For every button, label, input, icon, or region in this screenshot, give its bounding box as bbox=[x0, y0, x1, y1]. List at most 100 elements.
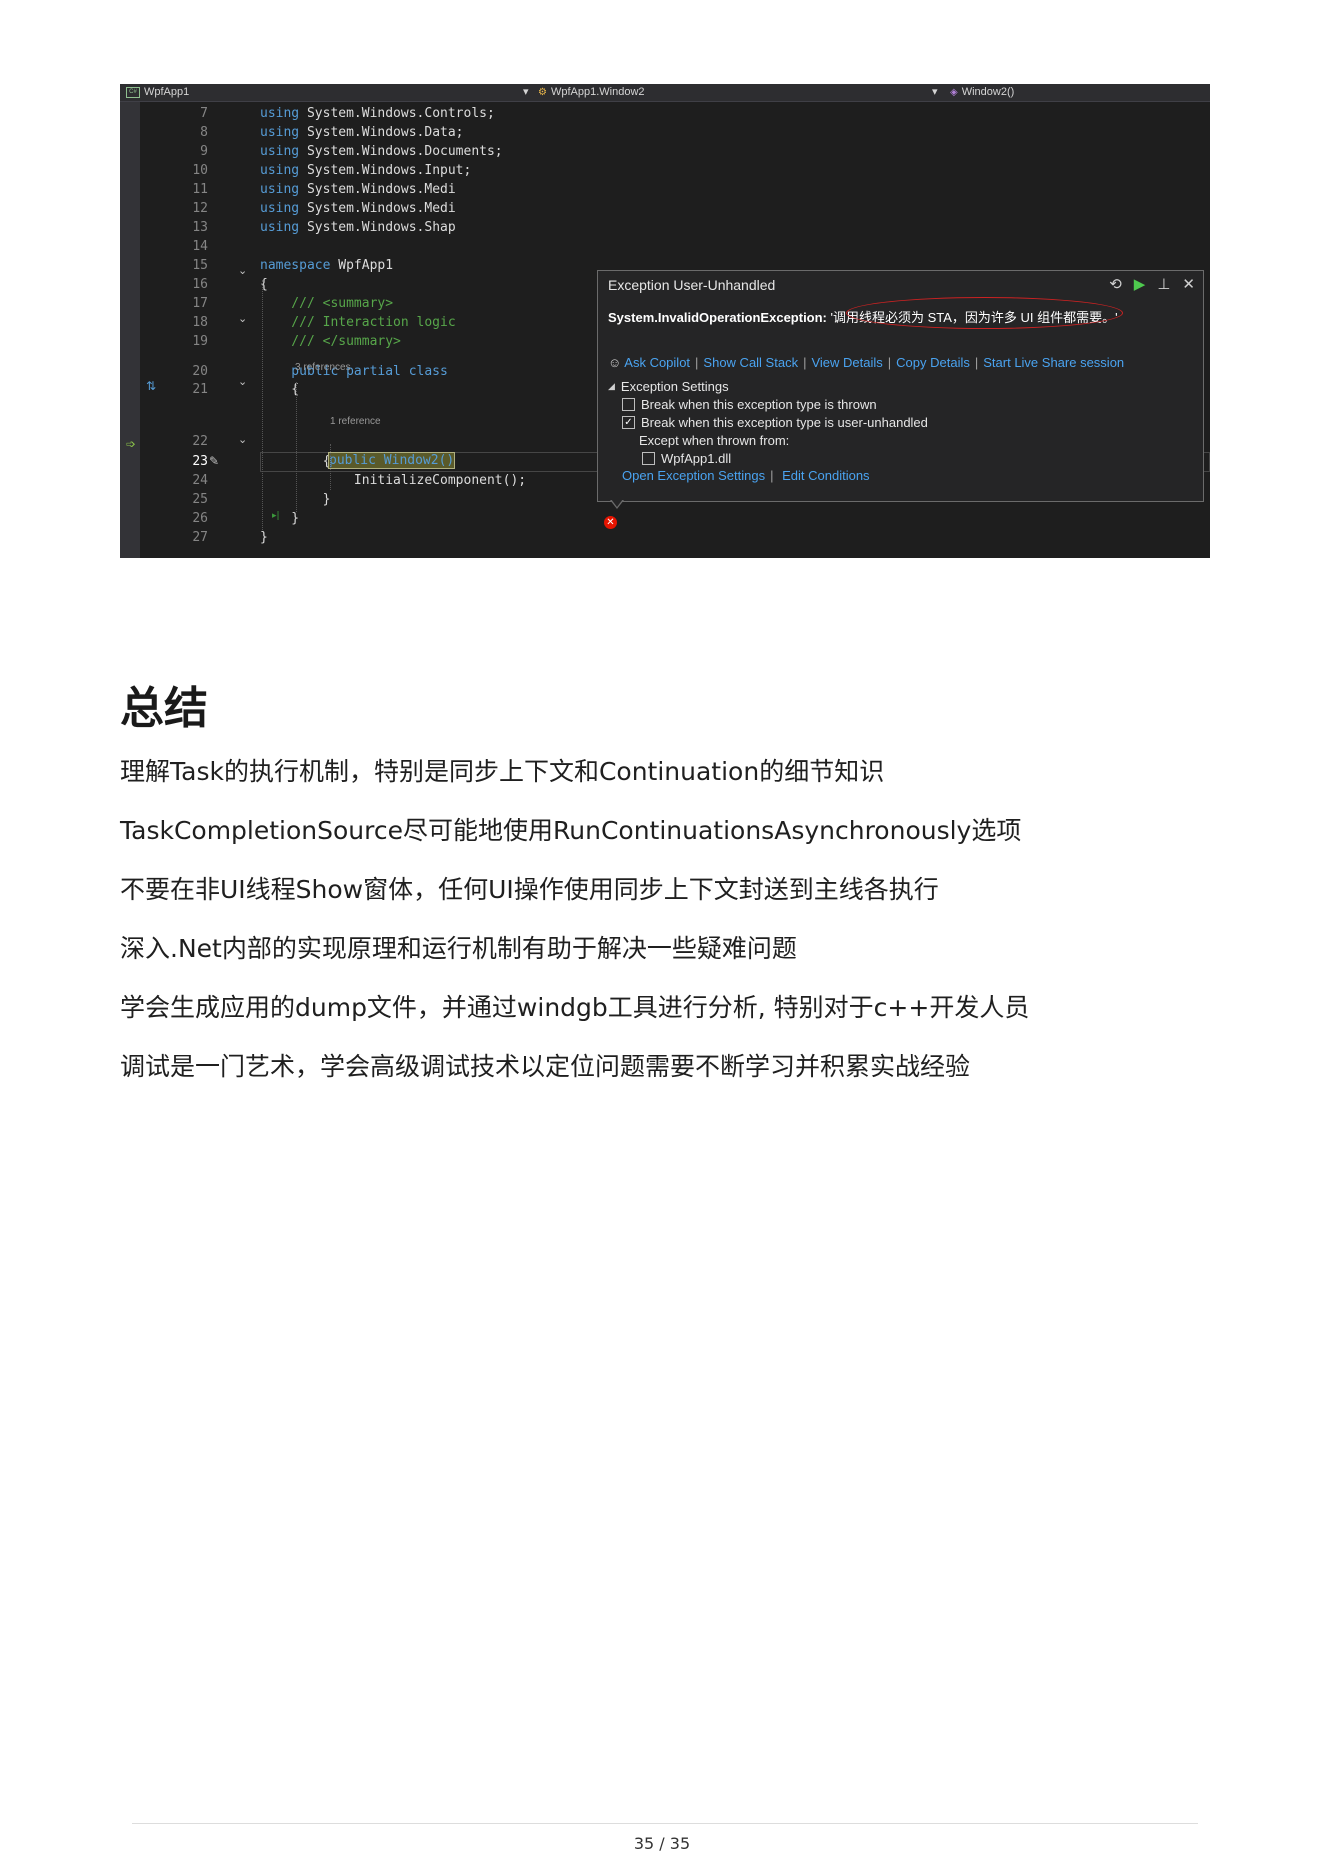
unhandled-checkbox[interactable]: ✓ bbox=[622, 416, 635, 429]
popup-title: Exception User-Unhandled bbox=[608, 277, 776, 293]
chevron-down-icon[interactable]: ▾ bbox=[523, 84, 529, 101]
code-rest: { bbox=[260, 382, 300, 397]
footer-divider bbox=[132, 1823, 1198, 1824]
fold-chevron-icon[interactable]: ⌄ bbox=[238, 312, 247, 325]
method-icon: ◈ bbox=[950, 87, 958, 98]
code-text: using System.Windows.Medi bbox=[260, 180, 456, 199]
code-line: 10 using System.Windows.Input; bbox=[120, 161, 1210, 180]
code-rest: System.Windows.Medi bbox=[299, 182, 456, 197]
module-label: WpfApp1.dll bbox=[661, 451, 732, 466]
break-unhandled-option[interactable]: ✓ Break when this exception type is user… bbox=[622, 415, 928, 430]
code-text: using System.Windows.Input; bbox=[260, 161, 471, 180]
edit-conditions-link[interactable]: Edit Conditions bbox=[782, 468, 869, 483]
chevron-down-icon[interactable]: ▾ bbox=[932, 84, 938, 101]
line-number: 27 bbox=[192, 530, 208, 545]
code-text: /// <summary> bbox=[260, 294, 393, 313]
code-line: 13 using System.Windows.Shap bbox=[120, 218, 1210, 237]
code-text: /// Interaction logic bbox=[260, 313, 456, 332]
settings-header: Exception Settings bbox=[620, 379, 729, 394]
keyword: using bbox=[260, 182, 300, 197]
comment: /// Interaction logic bbox=[260, 315, 456, 330]
project-name: WpfApp1 bbox=[144, 86, 190, 98]
fold-chevron-icon[interactable]: ⌄ bbox=[238, 264, 247, 277]
keyword: public partial class bbox=[260, 364, 448, 379]
code-text: /// </summary> bbox=[260, 332, 401, 351]
thrown-checkbox[interactable] bbox=[622, 398, 635, 411]
indent-guide bbox=[330, 444, 331, 490]
class-dropdown[interactable]: ⚙ WpfApp1.Window2 bbox=[538, 84, 645, 101]
keyword: using bbox=[260, 201, 300, 216]
exception-settings-toggle[interactable]: ◢ Exception Settings bbox=[608, 379, 729, 394]
error-icon[interactable]: ✕ bbox=[604, 516, 617, 529]
show-call-stack-link[interactable]: Show Call Stack bbox=[703, 355, 798, 370]
line-number: 10 bbox=[192, 163, 208, 178]
line-number: 7 bbox=[200, 106, 208, 121]
continue-icon[interactable]: ▶ bbox=[1134, 275, 1146, 293]
navigation-bar: C# WpfApp1 ▾ ⚙ WpfApp1.Window2 ▾ ◈ Windo… bbox=[120, 84, 1210, 102]
except-from-label: Except when thrown from: bbox=[639, 433, 790, 448]
live-share-link[interactable]: Start Live Share session bbox=[983, 355, 1124, 370]
line-number: 11 bbox=[192, 182, 208, 197]
line-number: 18 bbox=[192, 315, 208, 330]
code-rest: System.Windows.Input; bbox=[299, 163, 472, 178]
code-line: 27} bbox=[120, 528, 1210, 547]
ide-screenshot: C# WpfApp1 ▾ ⚙ WpfApp1.Window2 ▾ ◈ Windo… bbox=[120, 84, 1210, 558]
execution-pointer-icon: ➩ bbox=[126, 437, 137, 451]
code-rest: WpfApp1 bbox=[330, 258, 394, 273]
indent-guide bbox=[262, 280, 263, 530]
line-number: 20 bbox=[192, 364, 208, 379]
line-number: 16 bbox=[192, 277, 208, 292]
code-lens-references[interactable]: 3 references bbox=[295, 362, 351, 373]
indent-guide bbox=[296, 382, 297, 512]
code-rest: System.Windows.Documents; bbox=[299, 144, 503, 159]
comment: /// </summary> bbox=[260, 334, 401, 349]
line-number: 12 bbox=[192, 201, 208, 216]
line-number: 19 bbox=[192, 334, 208, 349]
project-dropdown[interactable]: C# WpfApp1 bbox=[126, 84, 189, 101]
code-rest: } bbox=[260, 511, 300, 526]
code-rest: System.Windows.Medi bbox=[299, 201, 456, 216]
code-text: using System.Windows.Data; bbox=[260, 123, 464, 142]
popup-links: ☺ Ask Copilot | Show Call Stack | View Det… bbox=[608, 355, 1125, 370]
code-line: 9 using System.Windows.Documents; bbox=[120, 142, 1210, 161]
fold-chevron-icon[interactable]: ⌄ bbox=[238, 375, 247, 388]
annotation-circle bbox=[846, 297, 1123, 329]
close-icon[interactable]: ✕ bbox=[1182, 275, 1195, 293]
member-dropdown[interactable]: ◈ Window2() bbox=[950, 84, 1014, 101]
view-details-link[interactable]: View Details bbox=[811, 355, 882, 370]
constructor-signature: public Window2() bbox=[327, 452, 456, 469]
copilot-icon: ☺ bbox=[608, 355, 622, 370]
history-icon[interactable]: ⟲ bbox=[1109, 275, 1122, 293]
module-checkbox[interactable] bbox=[642, 452, 655, 465]
keyword: using bbox=[260, 220, 300, 235]
break-thrown-option[interactable]: Break when this exception type is thrown bbox=[622, 397, 877, 412]
code-rest: System.Windows.Controls; bbox=[299, 106, 495, 121]
keyword: using bbox=[260, 163, 300, 178]
code-line: 7 using System.Windows.Controls; bbox=[120, 104, 1210, 123]
code-text: using System.Windows.Shap bbox=[260, 218, 456, 237]
run-to-cursor-icon[interactable]: ▸| bbox=[272, 511, 280, 521]
summary-line: 理解Task的执行机制，特别是同步上下文和Continuation的细节知识 bbox=[120, 757, 885, 786]
line-number: 15 bbox=[192, 258, 208, 273]
csharp-project-icon: C# bbox=[126, 87, 140, 98]
unhandled-label: Break when this exception type is user-u… bbox=[641, 415, 928, 430]
fold-chevron-icon[interactable]: ⌄ bbox=[238, 433, 247, 446]
pin-icon[interactable]: ⊥ bbox=[1157, 275, 1170, 293]
ask-copilot-link[interactable]: Ask Copilot bbox=[624, 355, 690, 370]
code-rest: System.Windows.Data; bbox=[299, 125, 464, 140]
code-text: using System.Windows.Controls; bbox=[260, 104, 495, 123]
module-option[interactable]: WpfApp1.dll bbox=[642, 451, 731, 466]
keyword: using bbox=[260, 144, 300, 159]
code-text: using System.Windows.Documents; bbox=[260, 142, 503, 161]
code-lens-reference[interactable]: 1 reference bbox=[330, 416, 381, 427]
code-line: 12 using System.Windows.Medi bbox=[120, 199, 1210, 218]
open-exception-settings-link[interactable]: Open Exception Settings bbox=[622, 468, 765, 483]
code-text: using System.Windows.Medi bbox=[260, 199, 456, 218]
code-line: 26 } bbox=[120, 509, 1210, 528]
code-text: public partial class bbox=[260, 362, 448, 381]
section-heading: 总结 bbox=[120, 683, 208, 734]
edit-pen-icon[interactable]: ✎ bbox=[209, 454, 219, 468]
code-rest: } bbox=[260, 530, 268, 545]
copy-details-link[interactable]: Copy Details bbox=[896, 355, 970, 370]
inheritance-icon[interactable]: ⇅ bbox=[146, 379, 156, 393]
